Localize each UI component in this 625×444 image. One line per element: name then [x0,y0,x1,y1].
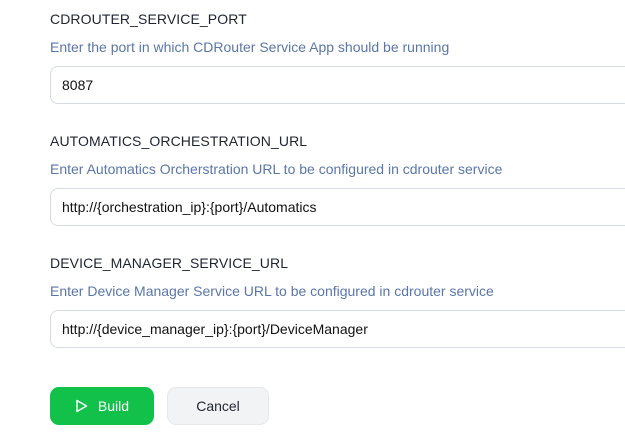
field-help-text: Enter Device Manager Service URL to be c… [50,283,494,299]
cancel-button-label: Cancel [196,398,240,414]
field-help-text: Enter the port in which CDRouter Service… [50,39,450,55]
field-automatics-orchestration-url: AUTOMATICS_ORCHESTRATION_URL Enter Autom… [50,132,625,226]
build-button[interactable]: Build [50,387,154,425]
field-label: DEVICE_MANAGER_SERVICE_URL [50,255,289,271]
cancel-button[interactable]: Cancel [167,387,269,425]
field-label: AUTOMATICS_ORCHESTRATION_URL [50,133,308,149]
field-cdrouter-service-port: CDROUTER_SERVICE_PORT Enter the port in … [50,10,625,104]
field-device-manager-service-url: DEVICE_MANAGER_SERVICE_URL Enter Device … [50,254,625,348]
automatics-orchestration-url-input[interactable] [50,188,625,226]
play-icon [76,399,88,413]
field-help-text: Enter Automatics Orcherstration URL to b… [50,161,503,177]
cdrouter-service-port-input[interactable] [50,66,625,104]
field-label: CDROUTER_SERVICE_PORT [50,11,247,27]
build-button-label: Build [97,398,130,414]
device-manager-service-url-input[interactable] [50,310,625,348]
service-config-form: CDROUTER_SERVICE_PORT Enter the port in … [0,0,625,444]
